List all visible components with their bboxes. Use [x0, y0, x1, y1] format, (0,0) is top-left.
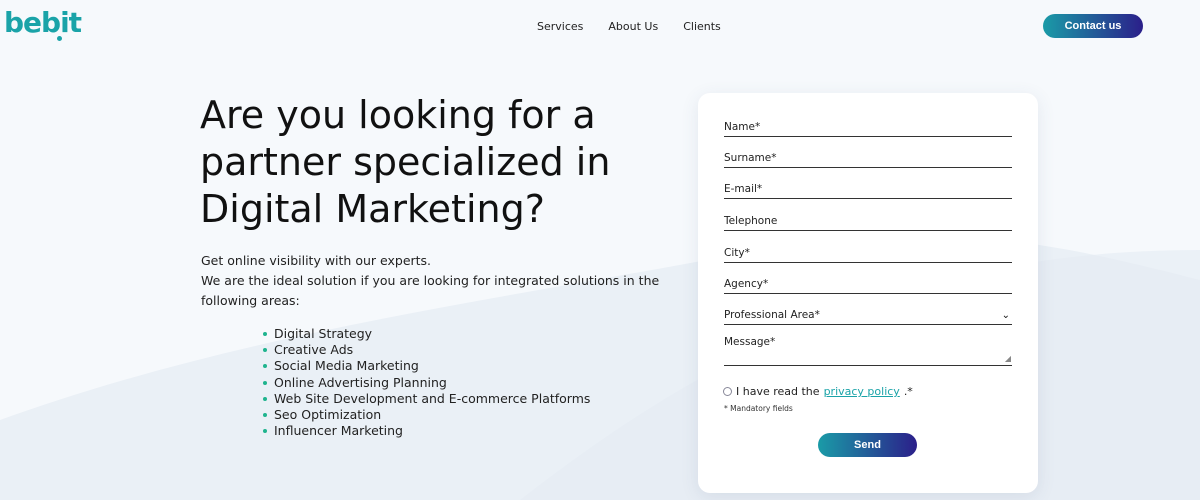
email-placeholder: E-mail* [724, 183, 763, 195]
privacy-consent: I have read the privacy policy .* [723, 385, 913, 398]
chevron-down-icon: ⌄ [1001, 310, 1010, 321]
list-item: Online Advertising Planning [262, 375, 590, 391]
message-placeholder: Message* [724, 336, 776, 348]
mandatory-note: * Mandatory fields [724, 404, 793, 413]
nav-services[interactable]: Services [537, 20, 583, 33]
name-placeholder: Name* [724, 121, 761, 133]
hero-line-1: Get online visibility with our experts. [201, 253, 432, 268]
list-item: Web Site Development and E-commerce Plat… [262, 391, 590, 407]
list-item: Social Media Marketing [262, 358, 590, 374]
telephone-placeholder: Telephone [724, 215, 778, 227]
logo-text: bebit [4, 6, 82, 39]
list-item: Influencer Marketing [262, 423, 590, 439]
nav-about-us[interactable]: About Us [608, 20, 658, 33]
logo[interactable]: bebit [4, 6, 82, 41]
hero-title: Are you looking for a partner specialize… [200, 93, 611, 231]
agency-field[interactable]: Agency* [724, 272, 1012, 294]
contact-us-button[interactable]: Contact us [1043, 14, 1143, 38]
city-placeholder: City* [724, 247, 750, 259]
send-button[interactable]: Send [818, 433, 917, 457]
telephone-field[interactable]: Telephone [724, 209, 1012, 231]
professional-area-select[interactable]: Professional Area* ⌄ [724, 303, 1012, 325]
main-nav: Services About Us Clients [537, 20, 721, 33]
resize-handle-icon[interactable]: ◢ [1005, 355, 1011, 363]
agency-placeholder: Agency* [724, 278, 769, 290]
hero-line-2: We are the ideal solution if you are loo… [201, 273, 660, 308]
privacy-checkbox[interactable] [723, 387, 732, 396]
site-header: bebit Services About Us Clients Contact … [0, 0, 1200, 56]
privacy-suffix: .* [903, 385, 913, 398]
email-field[interactable]: E-mail* [724, 177, 1012, 199]
list-item: Digital Strategy [262, 326, 590, 342]
contact-form: Name* Surname* E-mail* Telephone City* A… [698, 93, 1038, 493]
name-field[interactable]: Name* [724, 115, 1012, 137]
city-field[interactable]: City* [724, 241, 1012, 263]
list-item: Creative Ads [262, 342, 590, 358]
surname-placeholder: Surname* [724, 152, 777, 164]
nav-clients[interactable]: Clients [683, 20, 721, 33]
surname-field[interactable]: Surname* [724, 146, 1012, 168]
hero-description: Get online visibility with our experts. … [201, 251, 681, 311]
message-field[interactable]: Message* ◢ [724, 336, 1012, 366]
logo-dot-icon [57, 36, 62, 41]
services-list: Digital Strategy Creative Ads Social Med… [262, 326, 590, 439]
professional-area-value: Professional Area* [724, 309, 820, 321]
list-item: Seo Optimization [262, 407, 590, 423]
privacy-text: I have read the [736, 385, 820, 398]
privacy-policy-link[interactable]: privacy policy [824, 385, 900, 398]
